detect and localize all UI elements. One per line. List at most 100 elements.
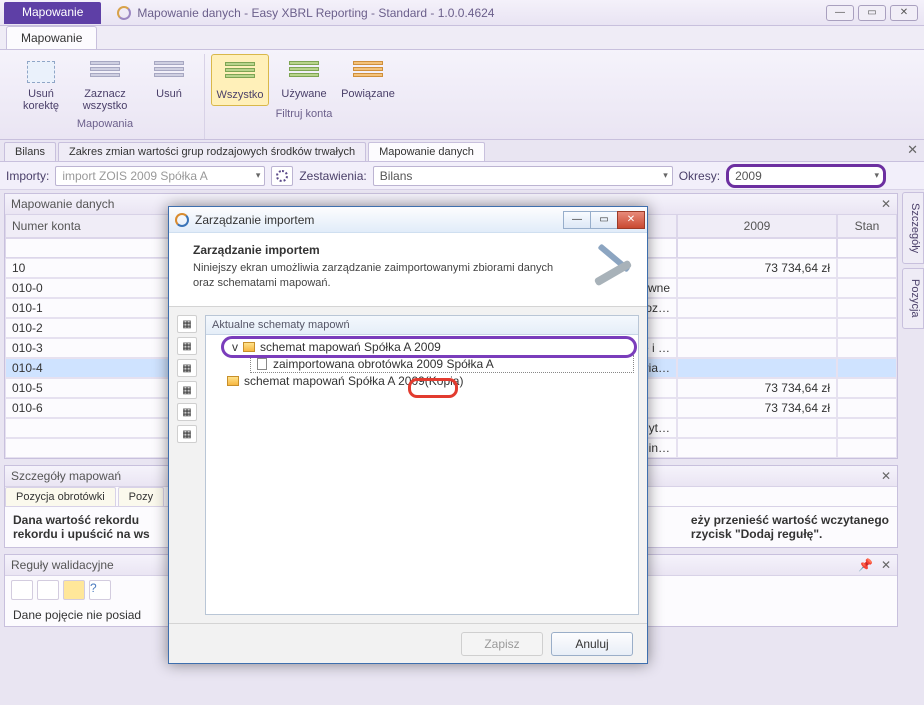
cell-val[interactable]: 73 734,64 zł bbox=[677, 258, 837, 278]
manage-imports-button[interactable] bbox=[271, 166, 293, 186]
window-controls: — ▭ ✕ bbox=[826, 5, 918, 21]
window-maximize-button[interactable]: ▭ bbox=[858, 5, 886, 21]
window-title: Mapowanie danych - Easy XBRL Reporting -… bbox=[137, 6, 494, 20]
cell-val[interactable] bbox=[677, 278, 837, 298]
importy-dropdown[interactable]: import ZOIS 2009 Spółka A bbox=[55, 166, 265, 186]
tree-tool-5-button[interactable]: ▦ bbox=[177, 403, 197, 421]
app-file-tab[interactable]: Mapowanie bbox=[4, 2, 101, 24]
tree-tool-1-button[interactable]: ▦ bbox=[177, 315, 197, 333]
cell-stan[interactable] bbox=[837, 278, 897, 298]
panel-close-icon[interactable]: ✕ bbox=[881, 558, 891, 572]
col-2009[interactable]: 2009 bbox=[677, 215, 837, 238]
window-close-button[interactable]: ✕ bbox=[890, 5, 918, 21]
details-text-right-2: rzycisk "Dodaj regułę". bbox=[691, 527, 822, 541]
tree-node-schema-a-2009-copy[interactable]: schemat mapowań Spółka A 2009(Kopia) bbox=[224, 373, 634, 389]
importy-label: Importy: bbox=[6, 169, 49, 183]
details-tab-pozy[interactable]: Pozy bbox=[118, 487, 164, 506]
tab-zakres-zmian[interactable]: Zakres zmian wartości grup rodzajowych ś… bbox=[58, 142, 366, 161]
ribbon-group-mapowania-title: Mapowania bbox=[77, 118, 133, 130]
ribbon-group-mapowania: Usuń korektę Zaznacz wszystko Usuń Mapow… bbox=[6, 54, 205, 139]
cell-stan[interactable] bbox=[837, 398, 897, 418]
panel-close-icon[interactable]: ✕ bbox=[881, 469, 891, 483]
cell-stan[interactable] bbox=[837, 378, 897, 398]
cell-stan[interactable] bbox=[837, 318, 897, 338]
filter-powiazane-button[interactable]: Powiązane bbox=[339, 54, 397, 106]
schemas-tree-header: Aktualne schematy mapowń bbox=[206, 316, 638, 335]
dialog-header: Zarządzanie importem Niniejszy ekran umo… bbox=[169, 233, 647, 307]
zestawienia-dropdown[interactable]: Bilans bbox=[373, 166, 673, 186]
tab-close-icon[interactable]: ✕ bbox=[907, 142, 918, 158]
cell-val[interactable] bbox=[677, 358, 837, 378]
filter-2009[interactable] bbox=[677, 238, 837, 258]
cell-val[interactable]: 73 734,64 zł bbox=[677, 378, 837, 398]
tree-tool-4-button[interactable]: ▦ bbox=[177, 381, 197, 399]
validation-rules-title-text: Reguły walidacyjne bbox=[11, 558, 114, 572]
schemas-tree: Aktualne schematy mapowń v schemat mapow… bbox=[205, 315, 639, 615]
expand-icon[interactable]: v bbox=[232, 340, 238, 354]
col-stan[interactable]: Stan bbox=[837, 215, 897, 238]
okresy-label: Okresy: bbox=[679, 169, 720, 183]
cell-stan[interactable] bbox=[837, 358, 897, 378]
tab-bilans[interactable]: Bilans bbox=[4, 142, 56, 161]
mapping-details-title-text: Szczegóły mapowań bbox=[11, 469, 121, 483]
cell-val[interactable] bbox=[677, 418, 837, 438]
dialog-title: Zarządzanie importem bbox=[195, 213, 314, 227]
dialog-body: ▦ ▦ ▦ ▦ ▦ ▦ Aktualne schematy mapowń v s… bbox=[169, 307, 647, 623]
dialog-maximize-button[interactable]: ▭ bbox=[590, 211, 618, 229]
zaznacz-wszystko-label: Zaznacz wszystko bbox=[83, 88, 128, 112]
cell-val[interactable] bbox=[677, 298, 837, 318]
gear-icon bbox=[276, 170, 288, 182]
dialog-close-button[interactable]: ✕ bbox=[617, 211, 645, 229]
dialog-cancel-button[interactable]: Anuluj bbox=[551, 632, 633, 656]
usun-korekte-button[interactable]: Usuń korektę bbox=[12, 54, 70, 116]
zestawienia-label: Zestawienia: bbox=[299, 169, 366, 183]
filter-wszystko-button[interactable]: Wszystko bbox=[211, 54, 269, 106]
usun-button[interactable]: Usuń bbox=[140, 54, 198, 116]
dialog-toolbar: ▦ ▦ ▦ ▦ ▦ ▦ bbox=[177, 315, 199, 615]
window-minimize-button[interactable]: — bbox=[826, 5, 854, 21]
filter-wszystko-label: Wszystko bbox=[216, 89, 263, 101]
okresy-dropdown[interactable]: 2009 bbox=[726, 164, 886, 188]
dialog-titlebar[interactable]: Zarządzanie importem — ▭ ✕ bbox=[169, 207, 647, 233]
details-text-left-1: Dana wartość rekordu bbox=[13, 513, 139, 527]
tree-tool-3-button[interactable]: ▦ bbox=[177, 359, 197, 377]
cell-stan[interactable] bbox=[837, 258, 897, 278]
validation-filter-1-button[interactable] bbox=[11, 580, 33, 600]
usun-korekte-label: Usuń korektę bbox=[14, 88, 68, 112]
dialog-description: Niniejszy ekran umożliwia zarządzanie za… bbox=[193, 261, 577, 291]
filter-stan[interactable] bbox=[837, 238, 897, 258]
cell-val[interactable] bbox=[677, 438, 837, 458]
dialog-footer: Zapisz Anuluj bbox=[169, 623, 647, 663]
file-icon bbox=[257, 358, 267, 370]
tree-tool-6-button[interactable]: ▦ bbox=[177, 425, 197, 443]
validation-help-button[interactable]: ? bbox=[89, 580, 111, 600]
validation-filter-2-button[interactable] bbox=[37, 580, 59, 600]
tree-node-schema-a-2009[interactable]: v schemat mapowań Spółka A 2009 bbox=[224, 339, 634, 355]
pin-icon[interactable]: 📌 bbox=[858, 558, 873, 572]
ribbon-tab-mapowanie[interactable]: Mapowanie bbox=[6, 26, 97, 49]
dialog-icon bbox=[175, 213, 189, 227]
schema-icon bbox=[243, 342, 255, 352]
tree-node-label: schemat mapowań Spółka A 2009 bbox=[260, 340, 441, 354]
details-text-left-2: rekordu i upuścić na ws bbox=[13, 527, 150, 541]
cell-val[interactable] bbox=[677, 318, 837, 338]
cell-stan[interactable] bbox=[837, 338, 897, 358]
cell-stan[interactable] bbox=[837, 418, 897, 438]
validation-filter-3-button[interactable] bbox=[63, 580, 85, 600]
panel-close-icon[interactable]: ✕ bbox=[881, 197, 891, 211]
cell-val[interactable] bbox=[677, 338, 837, 358]
details-tab-pozycja-obrotowki[interactable]: Pozycja obrotówki bbox=[5, 487, 116, 506]
tab-mapowanie-danych[interactable]: Mapowanie danych bbox=[368, 142, 485, 161]
cell-stan[interactable] bbox=[837, 298, 897, 318]
tools-icon bbox=[589, 241, 637, 289]
tree-node-label: schemat mapowań Spółka A 2009(Kopia) bbox=[244, 374, 463, 388]
dialog-minimize-button[interactable]: — bbox=[563, 211, 591, 229]
dialog-save-button[interactable]: Zapisz bbox=[461, 632, 543, 656]
tree-node-imported-obrotowka[interactable]: zaimportowana obrotówka 2009 Spółka A bbox=[250, 355, 634, 373]
tree-tool-2-button[interactable]: ▦ bbox=[177, 337, 197, 355]
cell-val[interactable]: 73 734,64 zł bbox=[677, 398, 837, 418]
filter-uzywane-button[interactable]: Używane bbox=[275, 54, 333, 106]
cell-stan[interactable] bbox=[837, 438, 897, 458]
window-titlebar: Mapowanie Mapowanie danych - Easy XBRL R… bbox=[0, 0, 924, 26]
zaznacz-wszystko-button[interactable]: Zaznacz wszystko bbox=[76, 54, 134, 116]
